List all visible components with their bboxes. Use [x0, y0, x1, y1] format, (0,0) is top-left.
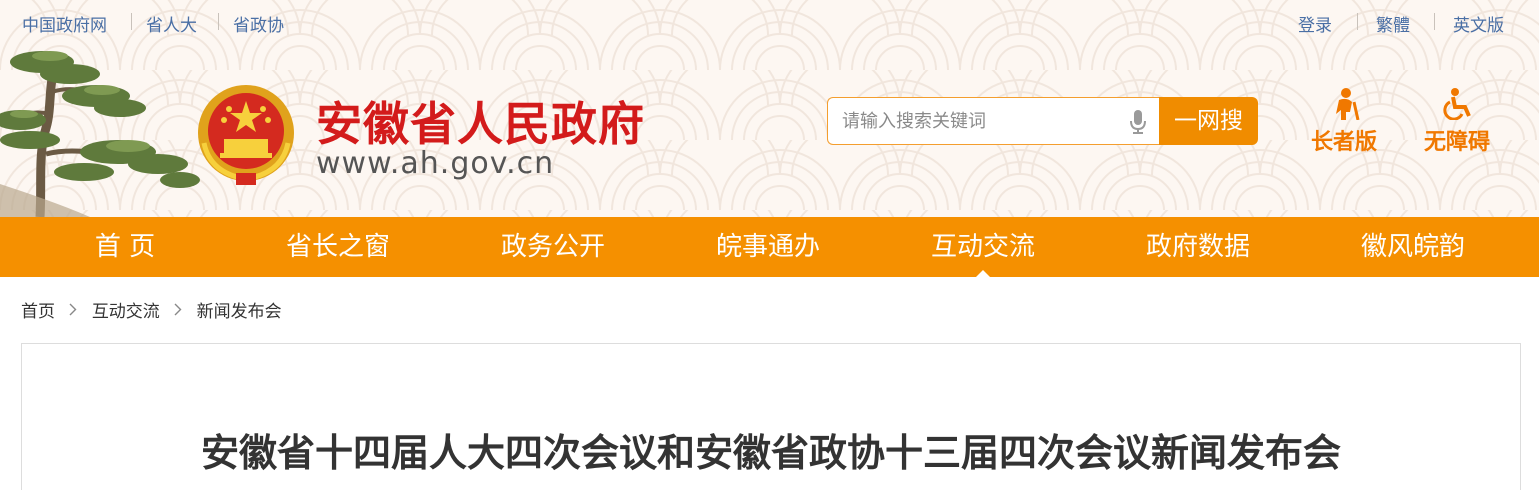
site-title: 安徽省人民政府 [316, 97, 645, 151]
link-provincial-congress[interactable]: 省人大 [146, 11, 197, 36]
traditional-chinese-link[interactable]: 繁體 [1376, 11, 1410, 36]
nav-item-culture[interactable]: 徽风皖韵 [1313, 217, 1513, 277]
site-header: 中国政府网 省人大 省政协 登录 繁體 英文版 安徽省人民政府 www.ah.g… [0, 0, 1539, 217]
nav-item-services[interactable]: 皖事通办 [668, 217, 868, 277]
divider [1357, 13, 1358, 30]
breadcrumb: 首页 互动交流 新闻发布会 [21, 297, 282, 322]
elderly-mode-button[interactable]: 长者版 [1304, 88, 1384, 156]
login-link[interactable]: 登录 [1298, 11, 1332, 36]
nav-item-gov-affairs[interactable]: 政务公开 [453, 217, 653, 277]
english-version-link[interactable]: 英文版 [1453, 11, 1504, 36]
nav-item-interaction[interactable]: 互动交流 [883, 217, 1083, 278]
breadcrumb-home[interactable]: 首页 [21, 297, 55, 322]
elderly-person-icon [1336, 88, 1360, 120]
chevron-right-icon [174, 303, 182, 316]
national-emblem-icon [198, 85, 294, 185]
accessibility-mode-label: 无障碍 [1423, 130, 1490, 155]
search-input[interactable] [842, 98, 1122, 144]
nav-item-gov-data[interactable]: 政府数据 [1098, 217, 1298, 277]
microphone-icon[interactable] [1130, 109, 1146, 135]
breadcrumb-press-conference[interactable]: 新闻发布会 [197, 297, 282, 322]
chevron-right-icon [69, 303, 77, 316]
breadcrumb-interaction[interactable]: 互动交流 [92, 297, 160, 322]
nav-item-interaction-label: 互动交流 [930, 232, 1035, 262]
nav-item-home[interactable]: 首 页 [25, 217, 225, 277]
divider [1434, 13, 1435, 30]
huangshan-pine-tree-icon [0, 51, 200, 217]
active-indicator-caret [975, 270, 991, 278]
wheelchair-icon [1443, 88, 1471, 120]
divider [131, 13, 132, 30]
top-bar: 中国政府网 省人大 省政协 登录 繁體 英文版 [0, 0, 1539, 44]
link-provincial-cppcc[interactable]: 省政协 [233, 11, 284, 36]
accessibility-mode-button[interactable]: 无障碍 [1417, 88, 1497, 156]
elderly-mode-label: 长者版 [1310, 130, 1377, 155]
main-nav: 首 页 省长之窗 政务公开 皖事通办 互动交流 政府数据 徽风皖韵 [0, 217, 1539, 278]
search-button[interactable]: 一网搜 [1159, 97, 1258, 145]
search-box [827, 97, 1159, 145]
article-container: 安徽省十四届人大四次会议和安徽省政协十三届四次会议新闻发布会 [21, 343, 1521, 490]
divider [218, 13, 219, 30]
link-gov-cn[interactable]: 中国政府网 [22, 11, 107, 36]
article-title: 安徽省十四届人大四次会议和安徽省政协十三届四次会议新闻发布会 [200, 431, 1341, 475]
nav-item-governor[interactable]: 省长之窗 [238, 217, 438, 277]
site-url: www.ah.gov.cn [316, 146, 555, 181]
